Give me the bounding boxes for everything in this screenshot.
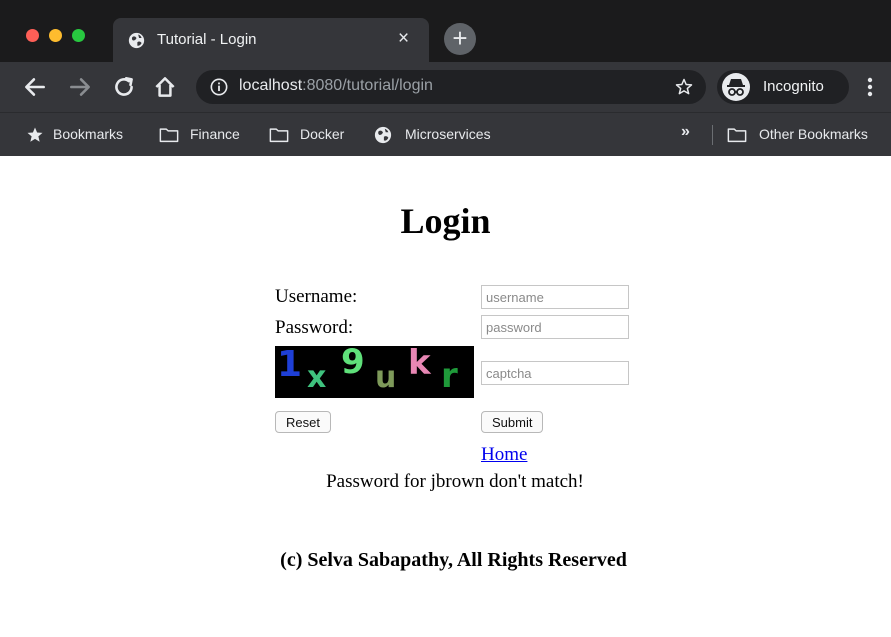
folder-icon (159, 128, 179, 143)
reload-icon[interactable] (111, 74, 137, 100)
browser-toolbar: localhost:8080/tutorial/login Incognito (0, 62, 891, 112)
captcha-char: 9 (341, 346, 365, 382)
folder-icon (727, 128, 747, 143)
new-tab-button[interactable]: + (444, 23, 476, 55)
home-icon[interactable] (152, 74, 178, 100)
star-icon (27, 127, 43, 142)
folder-icon (269, 128, 289, 143)
address-bar[interactable]: localhost:8080/tutorial/login (196, 70, 706, 104)
minimize-window-button[interactable] (49, 29, 62, 42)
username-input[interactable] (481, 285, 629, 309)
incognito-profile-button[interactable]: Incognito (717, 70, 849, 104)
username-label: Username: (275, 286, 358, 307)
incognito-icon (722, 73, 750, 101)
bookmarks-separator (712, 125, 713, 145)
maximize-window-button[interactable] (72, 29, 85, 42)
reset-button[interactable]: Reset (275, 411, 331, 433)
tab-tutorial-login[interactable]: Tutorial - Login × (113, 18, 429, 62)
back-arrow-icon[interactable] (22, 74, 48, 100)
more-menu-icon[interactable] (866, 76, 874, 98)
home-link[interactable]: Home (481, 444, 527, 466)
bookmarks-bar: Bookmarks Finance Docker Microservices » (0, 112, 891, 156)
bookmarks-overflow-button[interactable]: » (681, 123, 690, 141)
forward-arrow-icon[interactable] (67, 74, 93, 100)
incognito-label: Incognito (763, 78, 824, 95)
error-message: Password for jbrown don't match! (326, 471, 584, 492)
password-label: Password: (275, 317, 354, 338)
bookmark-star-icon[interactable] (674, 77, 694, 97)
captcha-char: k (408, 346, 431, 383)
footer-copyright: (c) Selva Sabapathy, All Rights Reserved (280, 549, 627, 571)
captcha-char: r (441, 356, 458, 396)
tab-title: Tutorial - Login (157, 31, 257, 48)
url-text[interactable]: localhost:8080/tutorial/login (239, 77, 433, 95)
captcha-char: 1 (277, 346, 303, 385)
info-icon[interactable] (210, 78, 228, 96)
globe-icon (128, 32, 145, 49)
tab-strip: Tutorial - Login × + (0, 0, 891, 62)
password-input[interactable] (481, 315, 629, 339)
close-window-button[interactable] (26, 29, 39, 42)
captcha-input[interactable] (481, 361, 629, 385)
browser-chrome: Tutorial - Login × + localhost:8080/tuto… (0, 0, 891, 156)
close-tab-icon[interactable]: × (398, 29, 409, 49)
captcha-char: x (307, 360, 327, 395)
submit-button[interactable]: Submit (481, 411, 544, 433)
globe-icon (374, 126, 392, 144)
page-content: Login Username: Password: 1 x 9 u k r Re… (0, 156, 891, 637)
captcha-image: 1 x 9 u k r (275, 346, 474, 398)
captcha-char: u (375, 360, 397, 395)
page-title: Login (400, 201, 491, 241)
